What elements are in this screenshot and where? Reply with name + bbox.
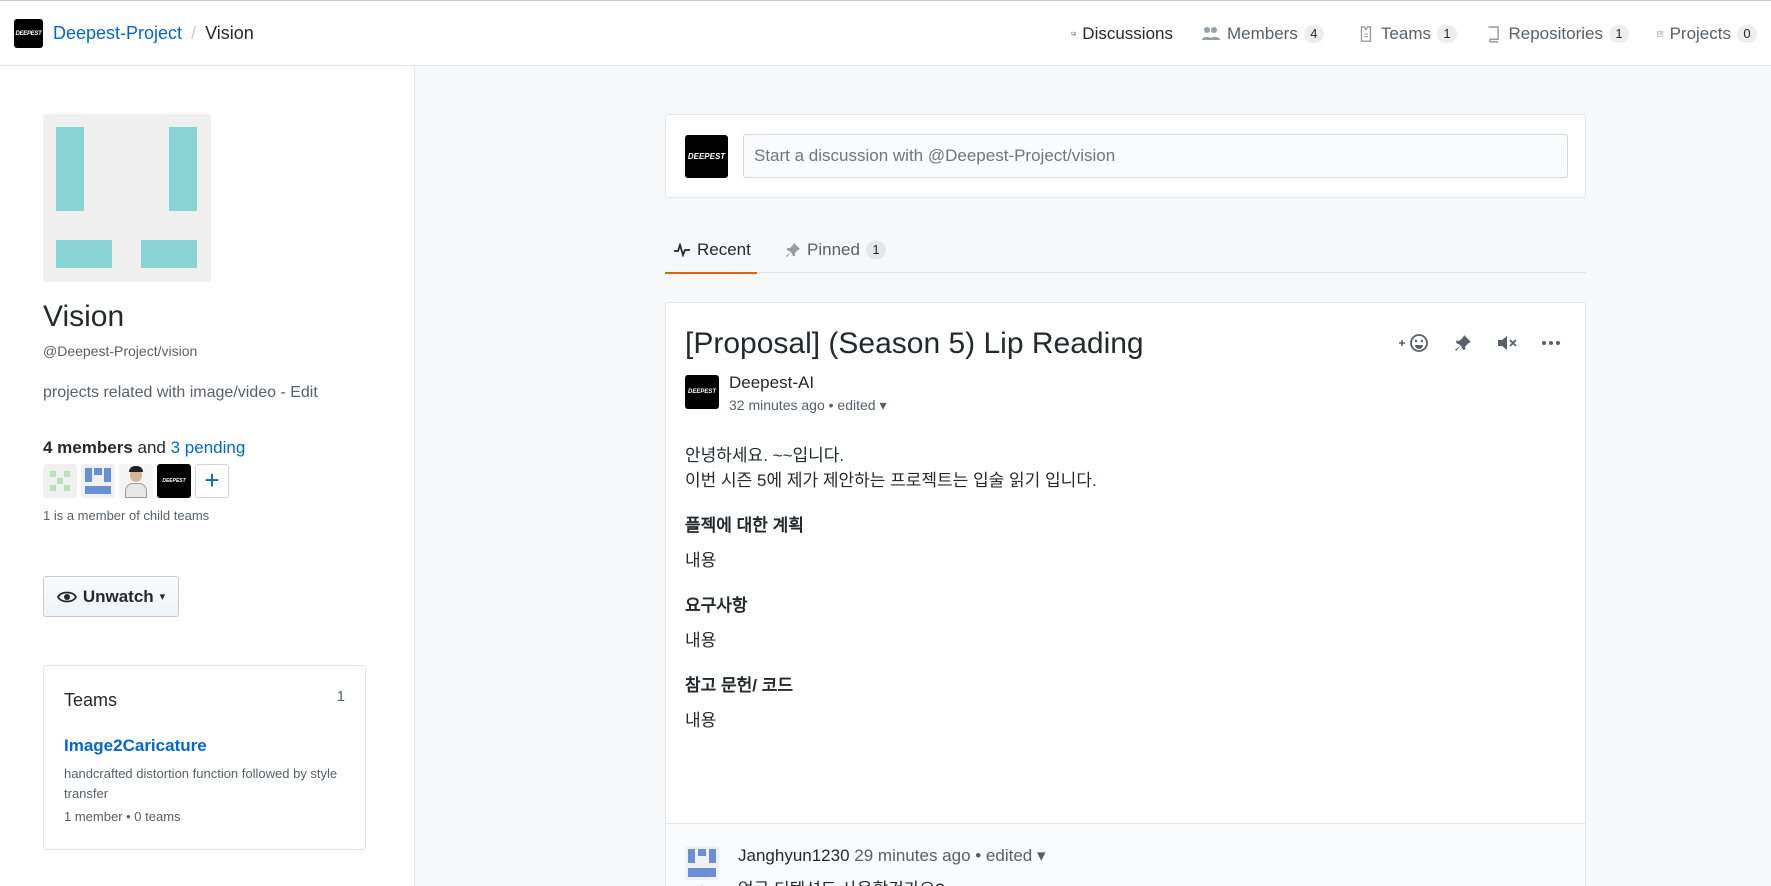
tab-projects[interactable]: Projects 0 (1643, 1, 1771, 67)
tab-teams-label: Teams (1380, 24, 1431, 43)
members-count[interactable]: 4 members (43, 438, 133, 457)
post-line: 이번 시즌 5에 제가 제안하는 프로젝트는 입술 읽기 입니다. (685, 471, 1097, 490)
breadcrumb-team: Vision (205, 23, 254, 43)
add-member-button[interactable]: + (195, 464, 229, 498)
pin-icon[interactable] (1451, 331, 1475, 355)
teams-box-count: 1 (336, 688, 345, 705)
pinned-counter: 1 (865, 240, 886, 259)
child-teams-note: 1 is a member of child teams (43, 508, 210, 523)
members-counter: 4 (1303, 25, 1324, 43)
composer-avatar: DEEPEST (685, 135, 728, 178)
more-options-icon[interactable] (1539, 331, 1563, 355)
comment-avatar[interactable] (685, 846, 719, 880)
post-paragraph: 내용 (685, 711, 717, 730)
eye-icon (56, 591, 77, 602)
member-avatars: DEEPEST + (43, 464, 229, 498)
caret-down-icon: ▾ (159, 591, 166, 603)
tab-members-label: Members (1227, 24, 1298, 43)
team-sidebar: Vision @Deepest-Project/vision projects … (0, 66, 415, 886)
breadcrumb-org-link[interactable]: Deepest-Project (53, 23, 182, 44)
teams-counter: 1 (1437, 25, 1457, 43)
team-name: Vision (43, 300, 125, 333)
tab-recent[interactable]: Recent (665, 226, 757, 274)
team-nav: Discussions Members 4 Teams 1 Repositori… (1057, 1, 1771, 68)
author-avatar[interactable]: DEEPEST (685, 375, 719, 409)
author-name[interactable]: Deepest-AI (729, 373, 814, 393)
unwatch-button[interactable]: Unwatch ▾ (43, 576, 179, 617)
start-discussion-input[interactable] (743, 134, 1568, 178)
comment-thread: Janghyun1230 29 minutes ago • edited ▾ 얼… (666, 823, 1585, 886)
post-actions (1397, 331, 1563, 355)
comment-text: 얼굴 디텍션도 사용할건가요? (738, 875, 945, 886)
project-icon (1657, 31, 1664, 37)
teams-box-title: Teams (64, 690, 118, 710)
avatar[interactable] (43, 464, 77, 498)
add-reaction-icon[interactable] (1397, 331, 1431, 355)
tab-repositories-label: Repositories (1508, 24, 1604, 43)
child-team-description: handcrafted distortion function followed… (64, 766, 338, 801)
top-header: DEEPEST Deepest-Project / Vision Discuss… (0, 0, 1771, 68)
org-logo[interactable]: DEEPEST (14, 19, 43, 48)
comment-discussion-icon (1071, 31, 1076, 37)
repositories-counter: 1 (1609, 25, 1629, 43)
tab-repositories[interactable]: Repositories 1 (1471, 1, 1643, 67)
people-icon (1202, 27, 1220, 40)
post-heading: 플젝에 대한 계획 (685, 516, 804, 535)
comment-header: Janghyun1230 29 minutes ago • edited ▾ (738, 846, 1046, 866)
pending-link[interactable]: 3 pending (171, 438, 246, 457)
breadcrumb: Deepest-Project / Vision (53, 23, 254, 44)
post-timestamp[interactable]: 32 minutes ago • edited ▾ (729, 397, 886, 414)
post-heading: 참고 문헌/ 코드 (685, 676, 794, 695)
mute-icon[interactable] (1495, 331, 1519, 355)
tab-teams[interactable]: Teams 1 (1343, 1, 1471, 67)
discussion-tabs: Recent Pinned 1 (665, 226, 1586, 274)
comment-author[interactable]: Janghyun1230 (738, 846, 850, 865)
post-heading: 요구사항 (685, 596, 748, 615)
team-slug: @Deepest-Project/vision (43, 343, 198, 359)
breadcrumb-separator: / (191, 23, 197, 43)
tab-members[interactable]: Members 4 (1187, 1, 1343, 67)
projects-counter: 0 (1737, 25, 1757, 43)
unwatch-label: Unwatch (82, 586, 154, 606)
discussion-composer: DEEPEST (665, 114, 1586, 198)
members-and: and (137, 438, 166, 457)
avatar[interactable]: DEEPEST (157, 464, 191, 498)
team-avatar (43, 114, 211, 282)
tab-recent-label: Recent (697, 239, 751, 259)
pin-icon (786, 242, 800, 257)
tab-pinned-label: Pinned (807, 239, 860, 259)
discussions-main: DEEPEST Recent Pinned 1 [Proposal] (Seas… (415, 66, 1771, 886)
repo-icon (1488, 26, 1499, 43)
members-summary: 4 members and 3 pending (43, 438, 245, 458)
post-line: 안녕하세요. ~~입니다. (685, 446, 845, 465)
post-body: 안녕하세요. ~~입니다. 이번 시즌 5에 제가 제안하는 프로젝트는 입술 … (685, 443, 1565, 733)
avatar[interactable] (81, 464, 115, 498)
tab-discussions[interactable]: Discussions (1057, 1, 1187, 68)
post-paragraph: 내용 (685, 551, 717, 570)
child-teams-box: Teams 1 Image2Caricature handcrafted dis… (43, 665, 366, 850)
avatar[interactable] (119, 464, 153, 498)
post-paragraph: 내용 (685, 631, 717, 650)
pulse-icon (674, 242, 690, 257)
child-team-link[interactable]: Image2Caricature (64, 736, 207, 756)
tab-discussions-label: Discussions (1082, 24, 1173, 43)
tab-projects-label: Projects (1669, 24, 1731, 43)
tab-pinned[interactable]: Pinned 1 (785, 226, 886, 273)
comment-timestamp[interactable]: 29 minutes ago • edited ▾ (854, 846, 1045, 865)
discussion-post: [Proposal] (Season 5) Lip Reading DEEPES… (665, 302, 1586, 886)
team-description: projects related with image/video - Edit (43, 384, 318, 401)
jersey-icon (1360, 26, 1372, 42)
child-team-meta: 1 member • 0 teams (64, 809, 181, 824)
post-title[interactable]: [Proposal] (Season 5) Lip Reading (685, 327, 1144, 361)
